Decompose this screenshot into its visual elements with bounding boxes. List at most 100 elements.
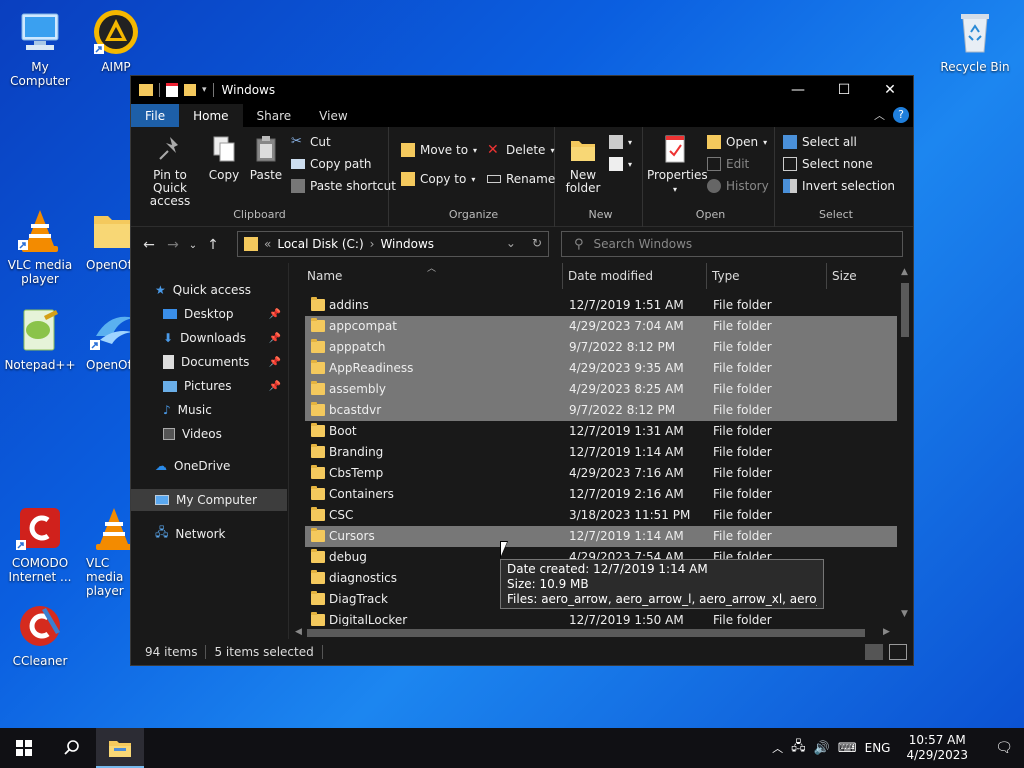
search-box[interactable]: ⚲ Search Windows (561, 231, 903, 257)
new-item-button[interactable]: ▾ (609, 135, 632, 149)
scroll-right-icon[interactable]: ▶ (883, 627, 890, 637)
copy-to-button[interactable]: Copy to ▾ (401, 172, 475, 186)
properties-icon[interactable] (166, 83, 178, 97)
table-row[interactable]: Branding 12/7/2019 1:14 AM File folder (305, 442, 898, 463)
table-row[interactable]: assembly 4/29/2023 8:25 AM File folder (305, 379, 898, 400)
table-row[interactable]: appcompat 4/29/2023 7:04 AM File folder (305, 316, 898, 337)
edit-button[interactable]: Edit (707, 157, 749, 171)
large-icons-view-icon[interactable] (889, 644, 907, 660)
desktop-icon-vlc[interactable]: VLC media player (0, 206, 80, 286)
desktop-icon-aimp[interactable]: AIMP (76, 8, 156, 74)
column-name[interactable]: Name (307, 269, 342, 283)
table-row[interactable]: addins 12/7/2019 1:51 AM File folder (305, 295, 898, 316)
address-bar[interactable]: « Local Disk (C:) › Windows ⌄ ↻ (237, 231, 549, 257)
horizontal-scrollbar[interactable]: ◀ ▶ (291, 626, 897, 640)
copy-button[interactable]: Copy (207, 133, 241, 182)
address-overflow[interactable]: « (264, 237, 271, 251)
title-bar[interactable]: ▾ Windows — ☐ ✕ (131, 76, 913, 104)
column-date-modified[interactable]: Date modified (568, 269, 653, 283)
column-type[interactable]: Type (712, 269, 740, 283)
column-divider[interactable] (706, 263, 707, 289)
customize-dropdown-icon[interactable]: ▾ (202, 85, 207, 95)
column-divider[interactable] (826, 263, 827, 289)
scroll-up-icon[interactable]: ▲ (901, 267, 908, 277)
new-folder-icon[interactable] (184, 84, 196, 96)
rename-button[interactable]: Rename (487, 172, 555, 186)
desktop-icon-openoffice-2[interactable]: OpenOffice 4.1.14 (76, 306, 130, 372)
notifications-icon[interactable]: 🗨 (984, 740, 1024, 756)
desktop-icon-comodo[interactable]: COMODO Internet ... (0, 504, 80, 584)
scroll-thumb[interactable] (901, 283, 909, 337)
table-row[interactable]: AppReadiness 4/29/2023 9:35 AM File folder (305, 358, 898, 379)
minimize-button[interactable]: — (775, 76, 821, 104)
history-button[interactable]: History (707, 179, 769, 193)
table-row[interactable]: Boot 12/7/2019 1:31 AM File folder (305, 421, 898, 442)
nav-my-computer[interactable]: My Computer (131, 489, 287, 511)
input-language[interactable]: ENG (865, 741, 891, 755)
scroll-left-icon[interactable]: ◀ (295, 627, 302, 637)
network-icon[interactable]: 🖧 (791, 737, 806, 759)
move-to-button[interactable]: Move to ▾ (401, 143, 477, 157)
table-row[interactable]: Cursors 12/7/2019 1:14 AM File folder (305, 526, 898, 547)
clock[interactable]: 10:57 AM 4/29/2023 (898, 733, 976, 763)
collapse-ribbon-icon[interactable]: ︿ (874, 107, 885, 123)
nav-videos[interactable]: Videos (163, 427, 222, 441)
pin-quick-access-button[interactable]: Pin to Quick access (137, 133, 203, 208)
nav-desktop[interactable]: Desktop 📌 (163, 307, 287, 321)
paste-shortcut-button[interactable]: Paste shortcut (291, 179, 396, 193)
forward-arrow-icon[interactable]: → (161, 237, 185, 253)
nav-network[interactable]: 🖧 Network (155, 523, 226, 544)
breadcrumb-local-disk[interactable]: Local Disk (C:) (277, 237, 363, 251)
tab-view[interactable]: View (305, 104, 361, 127)
search-button[interactable] (48, 728, 96, 768)
back-arrow-icon[interactable]: ← (137, 237, 161, 253)
open-button[interactable]: Open ▾ (707, 135, 767, 149)
nav-documents[interactable]: Documents 📌 (163, 355, 287, 369)
nav-onedrive[interactable]: ☁ OneDrive (155, 459, 230, 473)
invert-selection-button[interactable]: Invert selection (783, 179, 895, 193)
table-row[interactable]: CbsTemp 4/29/2023 7:16 AM File folder (305, 463, 898, 484)
desktop-icon-recycle-bin[interactable]: Recycle Bin (935, 8, 1015, 74)
show-hidden-icons-icon[interactable]: ︿ (772, 740, 783, 756)
refresh-icon[interactable]: ↻ (532, 236, 542, 250)
volume-icon[interactable]: 🔊 (814, 741, 830, 756)
help-icon[interactable]: ? (893, 107, 909, 123)
scroll-thumb[interactable] (307, 629, 865, 637)
paste-button[interactable]: Paste (247, 133, 285, 182)
vertical-scrollbar[interactable]: ▲ ▼ (897, 263, 913, 623)
select-none-button[interactable]: Select none (783, 157, 873, 171)
taskbar-file-explorer[interactable] (96, 728, 144, 768)
maximize-button[interactable]: ☐ (821, 76, 867, 104)
properties-button[interactable]: Properties ▾ (647, 133, 708, 196)
up-arrow-icon[interactable]: ↑ (201, 237, 225, 253)
delete-button[interactable]: ✕ Delete ▾ (487, 143, 554, 157)
table-row[interactable]: Containers 12/7/2019 2:16 AM File folder (305, 484, 898, 505)
table-row[interactable]: CSC 3/18/2023 11:51 PM File folder (305, 505, 898, 526)
nav-music[interactable]: ♪ Music (163, 403, 212, 417)
nav-downloads[interactable]: ⬇ Downloads 📌 (163, 331, 287, 345)
new-folder-button[interactable]: New folder (563, 133, 603, 195)
column-divider[interactable] (562, 263, 563, 289)
nav-quick-access[interactable]: ★ Quick access (155, 283, 251, 297)
desktop-icon-ccleaner[interactable]: CCleaner (0, 602, 80, 668)
tab-file[interactable]: File (131, 104, 180, 127)
keyboard-icon[interactable]: ⌨ (838, 741, 857, 756)
select-all-button[interactable]: Select all (783, 135, 857, 149)
chevron-right-icon[interactable]: › (370, 237, 375, 251)
cut-button[interactable]: ✂ Cut (291, 135, 331, 150)
desktop-icon-notepadpp[interactable]: Notepad++ (0, 306, 80, 372)
scroll-down-icon[interactable]: ▼ (901, 609, 908, 619)
table-row[interactable]: apppatch 9/7/2022 8:12 PM File folder (305, 337, 898, 358)
nav-pictures[interactable]: Pictures 📌 (163, 379, 287, 393)
desktop-icon-openoffice-1[interactable]: OpenOffice 4.1.14 (r... (76, 206, 130, 272)
tab-home[interactable]: Home (179, 104, 243, 127)
copy-path-button[interactable]: Copy path (291, 157, 372, 171)
table-row[interactable]: bcastdvr 9/7/2022 8:12 PM File folder (305, 400, 898, 421)
address-dropdown-icon[interactable]: ⌄ (506, 236, 516, 250)
desktop-icon-my-computer[interactable]: My Computer (0, 8, 80, 88)
easy-access-button[interactable]: ▾ (609, 157, 632, 171)
start-button[interactable] (0, 728, 48, 768)
column-size[interactable]: Size (832, 269, 857, 283)
close-button[interactable]: ✕ (867, 76, 913, 104)
details-view-icon[interactable] (865, 644, 883, 660)
